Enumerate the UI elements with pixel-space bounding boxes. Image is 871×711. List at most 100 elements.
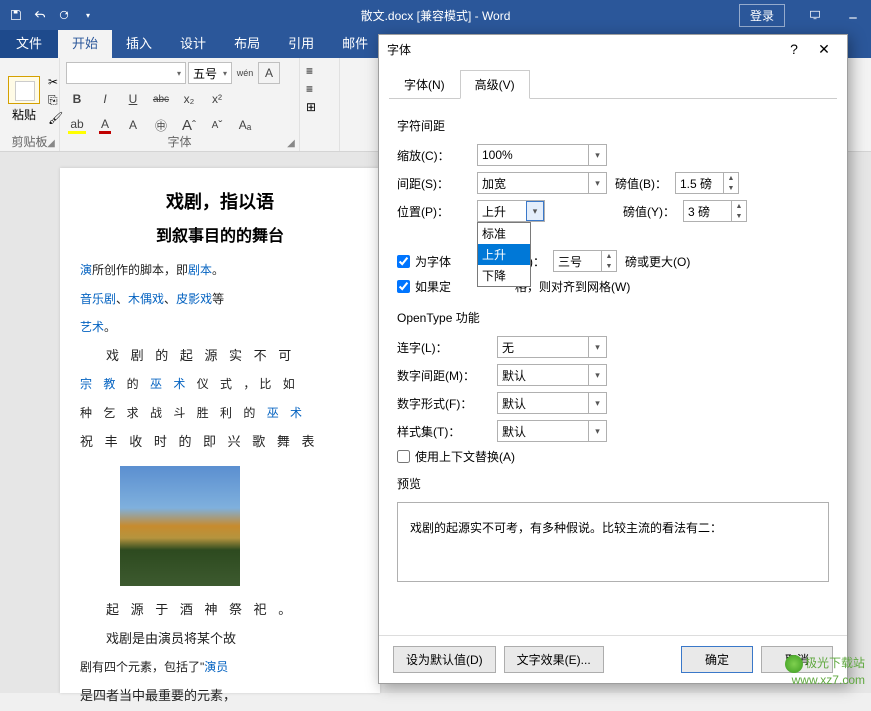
points1-spinner[interactable]: 1.5 磅▲▼	[675, 172, 739, 194]
borders-icon[interactable]: ⊞	[306, 100, 316, 114]
dialog-footer: 设为默认值(D) 文字效果(E)... 确定 取消	[379, 635, 847, 683]
undo-icon[interactable]	[32, 7, 48, 23]
num-form-combo[interactable]: 默认▾	[497, 392, 607, 414]
spin-up-icon: ▲	[724, 173, 738, 183]
bullets-icon[interactable]: ≡	[306, 64, 313, 78]
login-button[interactable]: 登录	[739, 4, 785, 27]
menu-layout[interactable]: 布局	[220, 27, 274, 58]
hyperlink[interactable]: 音乐剧	[80, 292, 116, 306]
close-icon[interactable]: ✕	[809, 37, 839, 61]
ok-button[interactable]: 确定	[681, 646, 753, 673]
italic-button[interactable]: I	[94, 88, 116, 110]
spacing-combo[interactable]: 加宽▾	[477, 172, 607, 194]
scale-label: 缩放(C)：	[397, 147, 469, 164]
title-bar: ▾ 散文.docx [兼容模式] - Word 登录	[0, 0, 871, 30]
char-border-icon[interactable]: A	[258, 62, 280, 84]
bold-button[interactable]: B	[66, 88, 88, 110]
paste-button[interactable]: 粘贴	[8, 76, 40, 123]
position-dropdown: 标准 上升 下降	[477, 222, 531, 287]
section-opentype-title: OpenType 功能	[397, 309, 829, 326]
clipboard-group-label: 剪贴板	[11, 135, 47, 149]
doc-heading-2: 到叙事目的的舞台	[80, 222, 360, 246]
points2-spinner[interactable]: 3 磅▲▼	[683, 200, 747, 222]
menu-references[interactable]: 引用	[274, 27, 328, 58]
points1-label: 磅值(B)：	[615, 175, 667, 192]
font-name-combo[interactable]: ▾	[66, 62, 186, 84]
help-icon[interactable]: ?	[779, 37, 809, 61]
menu-file[interactable]: 文件	[0, 27, 58, 58]
context-alt-checkbox[interactable]: 使用上下文替换(A)	[397, 448, 515, 465]
chevron-down-icon: ▾	[588, 173, 606, 193]
doc-paragraph: 戏剧是由演员将某个故	[80, 625, 360, 654]
hyperlink[interactable]: 木偶戏	[128, 292, 164, 306]
kerning-size-spinner[interactable]: 三号▲▼	[553, 250, 617, 272]
document-page[interactable]: 戏剧，指以语 到叙事目的的舞台 演所创作的脚本，即剧本。 音乐剧、木偶戏、皮影戏…	[60, 168, 380, 693]
hyperlink[interactable]: 剧本	[188, 263, 212, 277]
font-group-label: 字体	[167, 135, 191, 149]
strikethrough-button[interactable]: abc	[150, 88, 172, 110]
underline-button[interactable]: U	[122, 88, 144, 110]
num-spacing-combo[interactable]: 默认▾	[497, 364, 607, 386]
chevron-down-icon: ▾	[588, 393, 606, 413]
minimize-icon[interactable]	[835, 0, 871, 30]
document-image[interactable]	[120, 466, 240, 586]
clipboard-launcher-icon[interactable]: ◢	[45, 138, 57, 150]
hyperlink[interactable]: 艺术	[80, 320, 104, 334]
subscript-button[interactable]: x₂	[178, 88, 200, 110]
hyperlink[interactable]: 巫 术	[267, 406, 306, 420]
document-title: 散文.docx [兼容模式] - Word	[361, 7, 511, 24]
doc-paragraph: 祝 丰 收 时 的 即 兴 歌 舞 表	[80, 428, 360, 457]
paragraph-group: ≡ ≡ ⊞	[300, 58, 340, 151]
num-spacing-label: 数字间距(M)：	[397, 367, 489, 384]
phonetic-guide-icon[interactable]: wén	[234, 62, 256, 84]
dialog-titlebar: 字体 ? ✕	[379, 35, 847, 63]
redo-icon[interactable]	[56, 7, 72, 23]
style-set-combo[interactable]: 默认▾	[497, 420, 607, 442]
hyperlink[interactable]: 皮影戏	[176, 292, 212, 306]
kerning-checkbox[interactable]: 为字体	[397, 253, 451, 270]
dialog-tabs: 字体(N) 高级(V)	[389, 69, 837, 99]
doc-paragraph: 是四者当中最重要的元素，	[80, 682, 360, 711]
cancel-button[interactable]: 取消	[761, 646, 833, 673]
doc-paragraph: 起 源 于 酒 神 祭 祀 。	[80, 596, 360, 625]
num-form-label: 数字形式(F)：	[397, 395, 489, 412]
superscript-button[interactable]: x²	[206, 88, 228, 110]
ligature-combo[interactable]: 无▾	[497, 336, 607, 358]
scale-combo[interactable]: 100%▾	[477, 144, 607, 166]
chevron-down-icon: ▾	[588, 365, 606, 385]
snap-grid-checkbox[interactable]: 如果定	[397, 278, 451, 295]
spin-down-icon: ▼	[724, 183, 738, 193]
tab-font[interactable]: 字体(N)	[389, 70, 460, 99]
clipboard-group: 粘贴 ✂ ⎘ 🖌 剪贴板◢	[0, 58, 60, 151]
option-standard[interactable]: 标准	[478, 223, 530, 244]
menu-insert[interactable]: 插入	[112, 27, 166, 58]
option-down[interactable]: 下降	[478, 265, 530, 286]
style-set-label: 样式集(T)：	[397, 423, 489, 440]
section-spacing-title: 字符间距	[397, 117, 829, 134]
position-combo[interactable]: 上升▾ 标准 上升 下降	[477, 200, 545, 222]
save-icon[interactable]	[8, 7, 24, 23]
tab-advanced[interactable]: 高级(V)	[460, 70, 530, 99]
menu-design[interactable]: 设计	[166, 27, 220, 58]
ribbon-options-icon[interactable]	[797, 0, 833, 30]
font-size-combo[interactable]: 五号▾	[188, 62, 232, 84]
set-default-button[interactable]: 设为默认值(D)	[393, 646, 496, 673]
font-launcher-icon[interactable]: ◢	[285, 138, 297, 150]
dialog-body: 字符间距 缩放(C)： 100%▾ 间距(S)： 加宽▾ 磅值(B)： 1.5 …	[379, 99, 847, 635]
hyperlink[interactable]: 演员	[204, 660, 228, 674]
menu-home[interactable]: 开始	[58, 27, 112, 58]
menu-mailings[interactable]: 邮件	[328, 27, 382, 58]
qat-dropdown-icon[interactable]: ▾	[80, 7, 96, 23]
hyperlink[interactable]: 演	[80, 263, 92, 277]
spin-down-icon: ▼	[732, 211, 746, 221]
spin-up-icon: ▲	[732, 201, 746, 211]
ligature-label: 连字(L)：	[397, 339, 489, 356]
doc-paragraph: 戏 剧 的 起 源 实 不 可	[80, 342, 360, 371]
align-left-icon[interactable]: ≡	[306, 82, 313, 96]
option-up[interactable]: 上升	[478, 244, 530, 265]
text-effects-button[interactable]: 文字效果(E)...	[504, 646, 604, 673]
hyperlink[interactable]: 宗 教	[80, 377, 119, 391]
preview-label: 预览	[397, 475, 829, 492]
spin-up-icon: ▲	[602, 251, 616, 261]
hyperlink[interactable]: 巫 术	[150, 377, 189, 391]
